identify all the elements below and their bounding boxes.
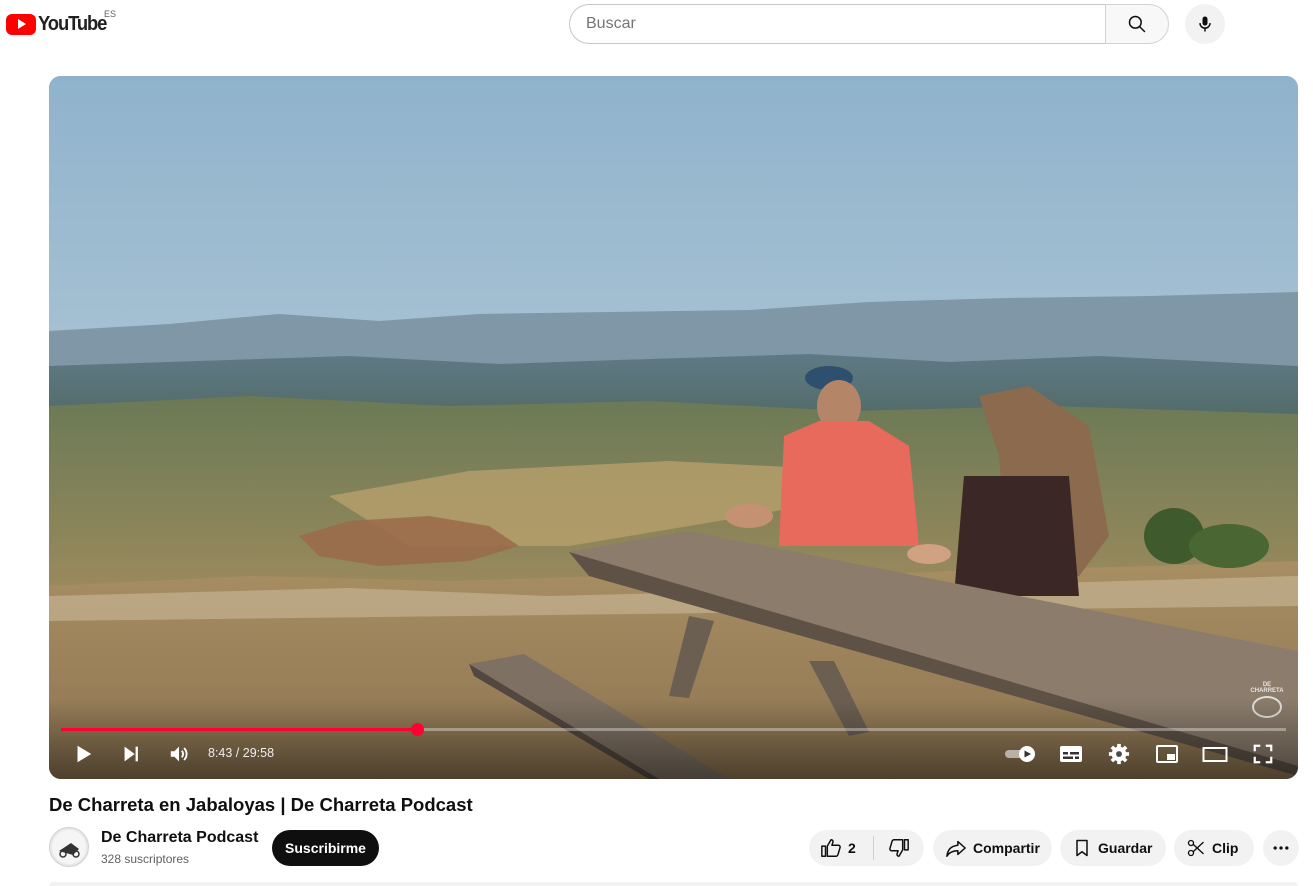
- search-input[interactable]: [586, 15, 1089, 33]
- bookmark-icon: [1076, 839, 1088, 857]
- video-player[interactable]: DE CHARRETA 8:43 / 29:58: [49, 76, 1298, 779]
- thumbs-down-icon: [889, 839, 909, 857]
- voice-search-button[interactable]: [1185, 4, 1225, 44]
- subscriber-count: 328 suscriptores: [101, 852, 190, 866]
- share-label: Compartir: [973, 840, 1040, 856]
- video-frame: [49, 76, 1298, 779]
- search-button[interactable]: [1105, 4, 1169, 44]
- miniplayer-button[interactable]: [1149, 738, 1185, 770]
- fullscreen-icon: [1253, 744, 1273, 764]
- description-box-edge: [49, 882, 1298, 886]
- autoplay-toggle[interactable]: [999, 738, 1043, 770]
- share-button[interactable]: Compartir: [933, 830, 1052, 866]
- subscribe-button[interactable]: Suscribirme: [272, 830, 379, 866]
- time-display: 8:43 / 29:58: [208, 746, 275, 760]
- more-actions-button[interactable]: [1263, 830, 1299, 866]
- share-icon: [946, 840, 966, 857]
- clip-button[interactable]: Clip: [1174, 830, 1254, 866]
- save-button[interactable]: Guardar: [1060, 830, 1166, 866]
- volume-button[interactable]: [161, 738, 197, 770]
- miniplayer-icon: [1156, 745, 1178, 763]
- autoplay-toggle-icon: [1005, 746, 1035, 762]
- search-bar: [569, 4, 1169, 44]
- youtube-logo[interactable]: YouTube: [6, 12, 112, 36]
- theater-icon: [1202, 747, 1228, 762]
- channel-avatar[interactable]: [49, 827, 89, 867]
- watermark-text: DE CHARRETA: [1250, 682, 1284, 694]
- dislike-button[interactable]: [874, 830, 924, 866]
- play-icon: [77, 745, 92, 763]
- thumbs-up-icon: [821, 839, 841, 857]
- play-button[interactable]: [65, 738, 101, 770]
- channel-logo-icon: [52, 830, 86, 864]
- subtitles-button[interactable]: [1053, 738, 1089, 770]
- settings-button[interactable]: [1101, 738, 1137, 770]
- like-button[interactable]: 2: [809, 830, 873, 866]
- scissors-icon: [1187, 839, 1204, 857]
- next-button[interactable]: [113, 738, 149, 770]
- progress-played: [61, 728, 418, 731]
- search-icon: [1128, 15, 1146, 33]
- theater-mode-button[interactable]: [1197, 738, 1233, 770]
- like-count: 2: [848, 840, 856, 856]
- subtitles-icon: [1060, 746, 1082, 762]
- like-dislike-group: 2: [809, 830, 924, 866]
- search-box[interactable]: [569, 4, 1105, 44]
- channel-name[interactable]: De Charreta Podcast: [101, 829, 258, 847]
- video-title: De Charreta en Jabaloyas | De Charreta P…: [49, 794, 473, 815]
- next-icon: [124, 746, 138, 762]
- fullscreen-button[interactable]: [1245, 738, 1281, 770]
- region-code: ES: [104, 9, 117, 19]
- clip-label: Clip: [1212, 840, 1239, 856]
- logo-text: YouTube: [38, 12, 107, 35]
- volume-icon: [170, 746, 188, 762]
- save-label: Guardar: [1098, 840, 1153, 856]
- more-icon: [1273, 846, 1289, 850]
- settings-icon: [1108, 743, 1130, 765]
- progress-bar[interactable]: [61, 723, 1286, 736]
- mic-icon: [1199, 16, 1211, 32]
- youtube-logo-icon: [6, 13, 36, 35]
- masthead: YouTube ES: [0, 0, 1313, 56]
